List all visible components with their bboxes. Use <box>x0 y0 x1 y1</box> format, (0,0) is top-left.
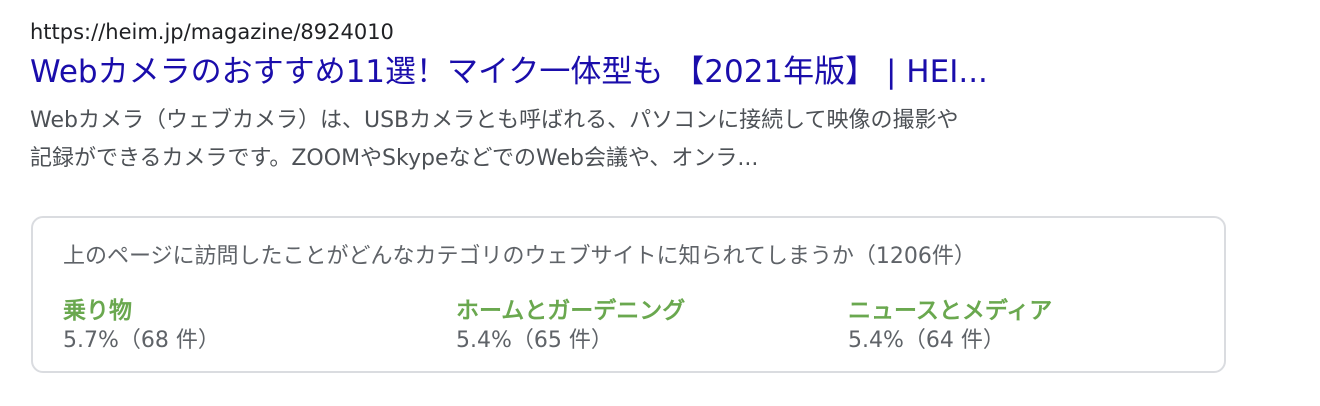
category-stat: 5.4%（65 件） <box>456 328 613 353</box>
category-name: ホームとガーデニング <box>456 298 686 324</box>
result-snippet: Webカメラ（ウェブカメラ）は、USBカメラとも呼ばれる、パソコンに接続して映像… <box>30 102 1220 178</box>
panel-heading: 上のページに訪問したことがどんなカテゴリのウェブサイトに知られてしまうか（120… <box>63 244 976 269</box>
search-result: https://heim.jp/magazine/8924010 Webカメラの… <box>30 18 1230 178</box>
category-item: ニュースとメディア 5.4%（64 件） <box>848 296 1228 356</box>
category-stat: 5.7%（68 件） <box>63 328 220 353</box>
snippet-line-2: 記録ができるカメラです。ZOOMやSkypeなどでのWeb会議や、オンラ... <box>30 146 759 171</box>
category-item: ホームとガーデニング 5.4%（65 件） <box>456 296 836 356</box>
snippet-line-1: Webカメラ（ウェブカメラ）は、USBカメラとも呼ばれる、パソコンに接続して映像… <box>30 108 959 133</box>
category-name: ニュースとメディア <box>848 298 1053 324</box>
result-title-link[interactable]: Webカメラのおすすめ11選！マイク一体型も 【2021年版】 | HEI... <box>30 52 1230 92</box>
category-stat: 5.4%（64 件） <box>848 328 1005 353</box>
category-panel: 上のページに訪問したことがどんなカテゴリのウェブサイトに知られてしまうか（120… <box>31 216 1226 373</box>
result-url[interactable]: https://heim.jp/magazine/8924010 <box>30 18 1230 46</box>
category-name: 乗り物 <box>63 298 132 324</box>
category-item: 乗り物 5.7%（68 件） <box>63 296 443 356</box>
